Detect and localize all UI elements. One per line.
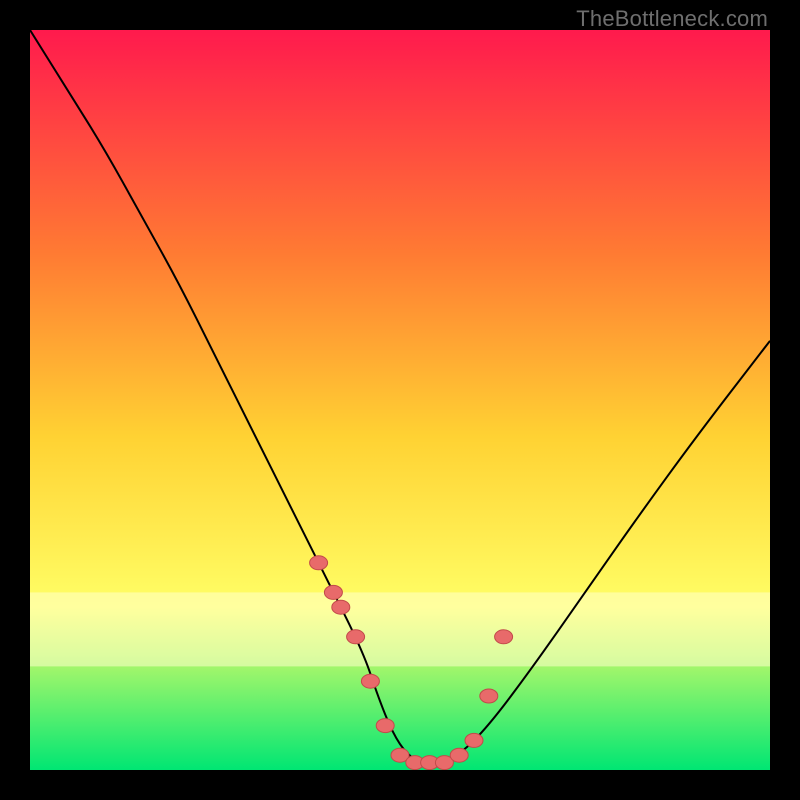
- curve-marker: [450, 748, 468, 762]
- curve-marker: [324, 585, 342, 599]
- curve-marker: [480, 689, 498, 703]
- curve-marker: [361, 674, 379, 688]
- curve-marker: [347, 630, 365, 644]
- curve-marker: [332, 600, 350, 614]
- watermark-text: TheBottleneck.com: [576, 6, 768, 32]
- curve-marker: [465, 733, 483, 747]
- curve-marker: [310, 556, 328, 570]
- chart-frame: [30, 30, 770, 770]
- pale-band: [30, 592, 770, 666]
- curve-marker: [495, 630, 513, 644]
- curve-marker: [376, 719, 394, 733]
- bottleneck-chart: [30, 30, 770, 770]
